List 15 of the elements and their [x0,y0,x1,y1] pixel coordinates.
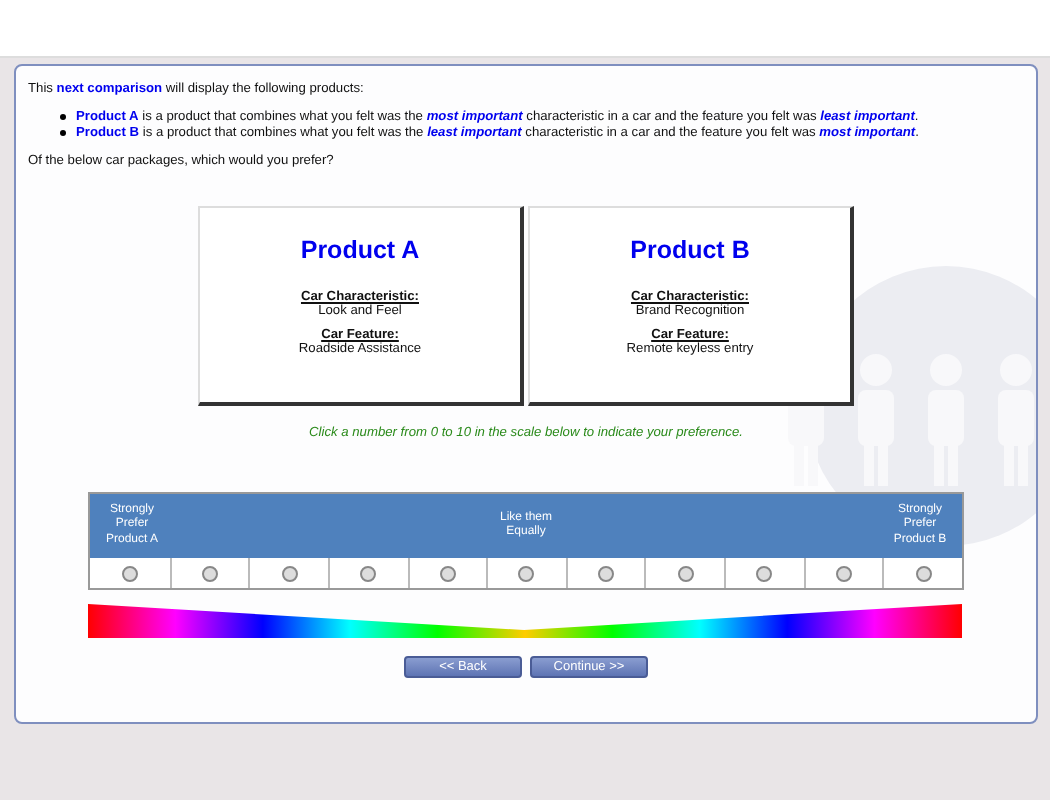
radio-button[interactable] [439,565,456,581]
radio-button[interactable] [201,565,218,581]
bullet-icon [60,130,66,136]
radio-button[interactable] [360,565,377,581]
product-title: Product A [300,236,420,264]
bullet-icon [60,114,66,120]
product-title: Product B [630,236,750,264]
radio-button[interactable] [836,565,853,581]
radio-button[interactable] [281,565,298,581]
radio-button[interactable] [598,565,615,581]
radio-button[interactable] [677,565,694,581]
radio-button[interactable] [121,565,138,581]
radio-button[interactable] [518,565,535,581]
radio-button[interactable] [915,565,932,581]
radio-button[interactable] [756,565,773,581]
